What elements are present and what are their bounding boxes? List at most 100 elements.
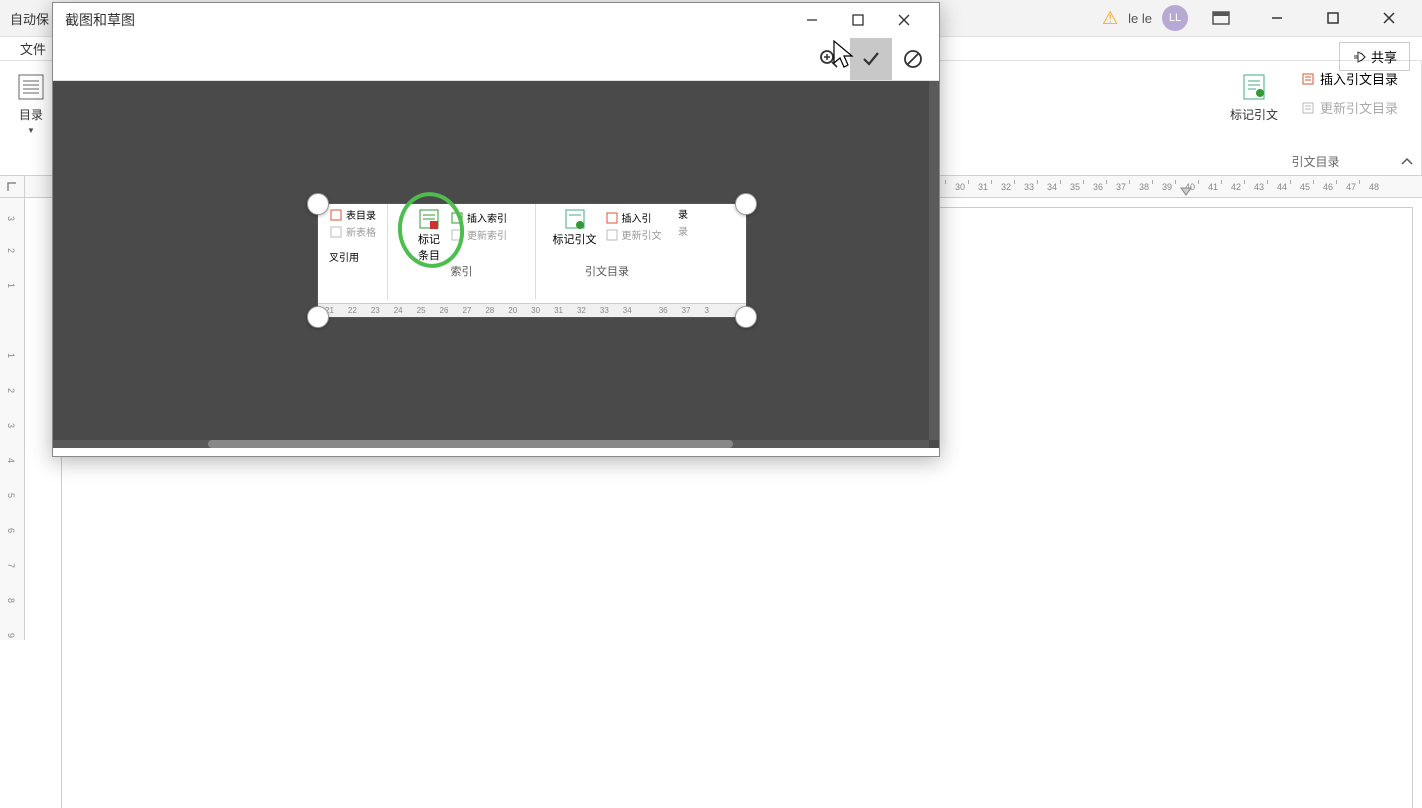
ruler-tick: 6	[6, 528, 16, 533]
dialog-minimize-button[interactable]	[789, 3, 835, 37]
ruler-tick: 34	[1047, 182, 1057, 192]
cap-mark-citation-button: 标记引文	[553, 207, 597, 247]
ruler-tick: 44	[1277, 182, 1287, 192]
autosave-label: 自动保	[10, 9, 49, 28]
ruler-tick: 46	[1323, 182, 1333, 192]
capture-ruler: 21 22 23 24 25 26 27 28 20 30 31 32 33 3…	[318, 303, 746, 317]
ruler-tick: 31	[978, 182, 988, 192]
citation-group-title: 引文目录	[1291, 153, 1339, 173]
cap-index-label: 索引	[451, 263, 473, 279]
maximize-button[interactable]	[1310, 0, 1356, 37]
toc-label: 目录	[19, 106, 43, 123]
cap-insert-cite: 插入引	[605, 210, 662, 225]
ruler-tick: 32	[1001, 182, 1011, 192]
ruler-tick: 33	[1024, 182, 1034, 192]
cap-cite-sub: 插入引 更新引文	[605, 207, 662, 242]
ruler-tick: 30	[955, 182, 965, 192]
ruler-tick: 47	[1346, 182, 1356, 192]
captured-image[interactable]: 表目录 新表格 叉引用 标记 条目 插入索引	[317, 203, 747, 318]
dialog-toolbar	[53, 37, 939, 81]
mark-citation-label: 标记引文	[1230, 106, 1278, 123]
cap-update-index: 更新索引	[450, 227, 507, 242]
cap-index-sub: 插入索引 更新索引	[450, 207, 507, 242]
canvas-scrollbar-v[interactable]	[929, 81, 939, 440]
resize-handle-tl[interactable]	[307, 193, 329, 215]
ruler-tick: 43	[1254, 182, 1264, 192]
ribbon-collapse-button[interactable]	[1400, 156, 1414, 170]
cap-citation-group: 标记引文 插入引 更新引文 引文目录	[536, 204, 678, 299]
ruler-tick: 9	[6, 633, 16, 638]
file-tab[interactable]: 文件	[12, 35, 54, 62]
resize-handle-bl[interactable]	[307, 306, 329, 328]
ruler-corner	[0, 176, 25, 198]
resize-handle-tr[interactable]	[735, 193, 757, 215]
dialog-titlebar[interactable]: 截图和草图	[53, 3, 939, 37]
canvas-scrollbar-h[interactable]	[53, 440, 929, 448]
ruler-tick: 3	[6, 423, 16, 428]
cap-right-partial: 录 录	[678, 206, 746, 238]
citation-sub-buttons: 插入引文目录 更新引文目录	[1293, 66, 1406, 120]
close-button[interactable]	[1366, 0, 1412, 37]
ruler-tick: 39	[1162, 182, 1172, 192]
ruler-tick: 1	[6, 353, 16, 358]
dialog-controls	[789, 3, 927, 37]
cancel-button[interactable]	[892, 38, 934, 80]
ruler-tick: 48	[1369, 182, 1379, 192]
share-button[interactable]: 共享	[1339, 42, 1410, 71]
cap-tof-group: 表目录 新表格 叉引用	[318, 204, 388, 299]
ruler-vertical[interactable]: 3 2 1 1 2 3 4 5 6 7 8 9	[0, 198, 25, 640]
ruler-tick: 2	[6, 388, 16, 393]
update-citation-toc-label: 更新引文目录	[1320, 98, 1398, 117]
ribbon-display-options-button[interactable]	[1198, 0, 1244, 37]
titlebar-right: ⚠ le le LL	[1102, 0, 1412, 37]
ruler-tick: 37	[1116, 182, 1126, 192]
cap-mark-entry-l2: 条目	[418, 247, 440, 263]
scrollbar-thumb[interactable]	[208, 440, 733, 448]
cap-index-group: 标记 条目 插入索引 更新索引 索引	[388, 204, 536, 299]
ruler-tick: 4	[6, 458, 16, 463]
zoom-button[interactable]	[808, 38, 850, 80]
avatar[interactable]: LL	[1162, 5, 1188, 31]
dialog-canvas[interactable]: 表目录 新表格 叉引用 标记 条目 插入索引	[53, 81, 939, 448]
dialog-maximize-button[interactable]	[835, 3, 881, 37]
dialog-title: 截图和草图	[65, 10, 135, 30]
cap-insert-index: 插入索引	[450, 210, 507, 225]
cap-mark-entry-button: 标记 条目	[416, 207, 442, 263]
insert-citation-toc-label: 插入引文目录	[1320, 69, 1398, 88]
ruler-tick: 8	[6, 598, 16, 603]
share-label: 共享	[1371, 47, 1397, 66]
resize-handle-br[interactable]	[735, 306, 757, 328]
toc-button[interactable]: 目录 ▼	[10, 66, 52, 140]
ruler-tick: 36	[1093, 182, 1103, 192]
cap-update-cite: 更新引文	[605, 227, 662, 242]
cap-tof-stack: 表目录 新表格 叉引用	[329, 207, 376, 264]
ruler-tick: 7	[6, 563, 16, 568]
ruler-tick: 35	[1070, 182, 1080, 192]
user-name: le le	[1128, 11, 1152, 26]
cap-citation-label: 引文目录	[585, 263, 629, 279]
minimize-button[interactable]	[1254, 0, 1300, 37]
ruler-tick: 2	[6, 248, 16, 253]
ruler-tick: 3	[6, 216, 16, 221]
cap-cross-ref: 叉引用	[329, 249, 376, 264]
ruler-tick: 42	[1231, 182, 1241, 192]
ruler-tick: 5	[6, 493, 16, 498]
dialog-close-button[interactable]	[881, 3, 927, 37]
ruler-tick: 45	[1300, 182, 1310, 192]
ruler-tick: 38	[1139, 182, 1149, 192]
update-citation-toc-button[interactable]: 更新引文目录	[1293, 95, 1406, 120]
cap-insert-tof: 表目录	[329, 207, 376, 222]
cap-right-l2: 录	[678, 223, 746, 238]
capture-content: 表目录 新表格 叉引用 标记 条目 插入索引	[318, 204, 746, 317]
ruler-tick: 1	[6, 283, 16, 288]
cap-mark-citation-label: 标记引文	[553, 231, 597, 247]
ribbon-right: 标记引文 插入引文目录 更新引文目录 引文目录	[1210, 61, 1422, 175]
citation-group: 标记引文 插入引文目录 更新引文目录 引文目录	[1210, 61, 1422, 175]
confirm-button[interactable]	[850, 38, 892, 80]
ruler-tick: 41	[1208, 182, 1218, 192]
cap-mark-entry-l1: 标记	[418, 231, 440, 247]
margin-marker-icon[interactable]	[1180, 187, 1192, 197]
warning-icon[interactable]: ⚠	[1102, 8, 1118, 29]
mark-citation-button[interactable]: 标记引文	[1225, 66, 1283, 128]
chevron-down-icon: ▼	[27, 126, 35, 135]
